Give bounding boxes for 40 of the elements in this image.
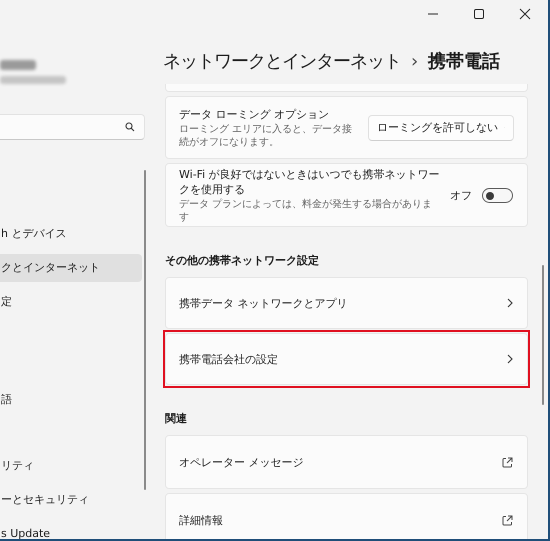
dropdown-value: ローミングを許可しない: [377, 120, 498, 135]
roaming-dropdown[interactable]: ローミングを許可しない: [368, 114, 514, 140]
scrollbar[interactable]: [144, 170, 146, 490]
section-heading: その他の携帯ネットワーク設定: [165, 253, 320, 268]
search-field[interactable]: [0, 114, 145, 140]
setting-card[interactable]: 携帯電話会社の設定: [165, 333, 528, 385]
setting-title: オペレーター メッセージ: [179, 454, 304, 470]
setting-title: データ ローミング オプション: [179, 106, 330, 122]
setting-title: 携帯電話会社の設定: [179, 352, 279, 366]
search-icon: [125, 122, 135, 132]
setting-description: データ プランによっては、料金が発生する場合があります: [179, 198, 434, 224]
external-link-icon: [502, 456, 513, 468]
sidebar-item[interactable]: 定: [0, 288, 142, 316]
blurred-account-email: [0, 76, 66, 84]
sidebar-item[interactable]: s Update: [0, 520, 142, 539]
setting-title: 携帯データ ネットワークとアプリ: [179, 296, 348, 310]
setting-card[interactable]: 携帯データ ネットワークとアプリ: [165, 277, 528, 329]
setting-title: 詳細情報: [179, 512, 224, 528]
setting-card[interactable]: 詳細情報: [165, 493, 528, 539]
sidebar-item[interactable]: h とデバイス: [0, 220, 142, 248]
scrollbar[interactable]: [542, 265, 544, 405]
toggle-switch[interactable]: [482, 188, 513, 202]
setting-card[interactable]: オペレーター メッセージ: [165, 435, 528, 489]
breadcrumb-separator: ›: [411, 50, 418, 72]
chevron-right-icon: [507, 298, 513, 308]
external-link-icon: [502, 514, 513, 526]
sidebar-item[interactable]: クとインターネット: [0, 254, 142, 282]
blurred-account-name: [0, 60, 36, 70]
sidebar-item[interactable]: ーとセキュリティ: [0, 486, 142, 514]
toggle-state-label: オフ: [450, 188, 472, 202]
setting-title: Wi-Fi が良好ではないときはいつでも携帯ネットワークを使用する: [179, 166, 440, 196]
setting-description: ローミング エリアに入ると、データ接続がオフになります。: [179, 122, 354, 148]
section-heading: 関連: [165, 411, 188, 426]
sidebar-item[interactable]: 語: [0, 386, 142, 414]
breadcrumb-link[interactable]: ネットワークとインターネット: [163, 49, 401, 73]
setting-card[interactable]: データ ローミング オプション ローミング エリアに入ると、データ接続がオフになります。 ローミングを許可しない: [165, 96, 528, 159]
chevron-right-icon: [507, 354, 513, 364]
sidebar-item[interactable]: リティ: [0, 452, 142, 480]
page-title: 携帯電話: [428, 50, 500, 73]
setting-card[interactable]: Wi-Fi が良好ではないときはいつでも携帯ネットワークを使用する データ プランによっては、料金が発生する場合があります オフ: [165, 163, 528, 227]
